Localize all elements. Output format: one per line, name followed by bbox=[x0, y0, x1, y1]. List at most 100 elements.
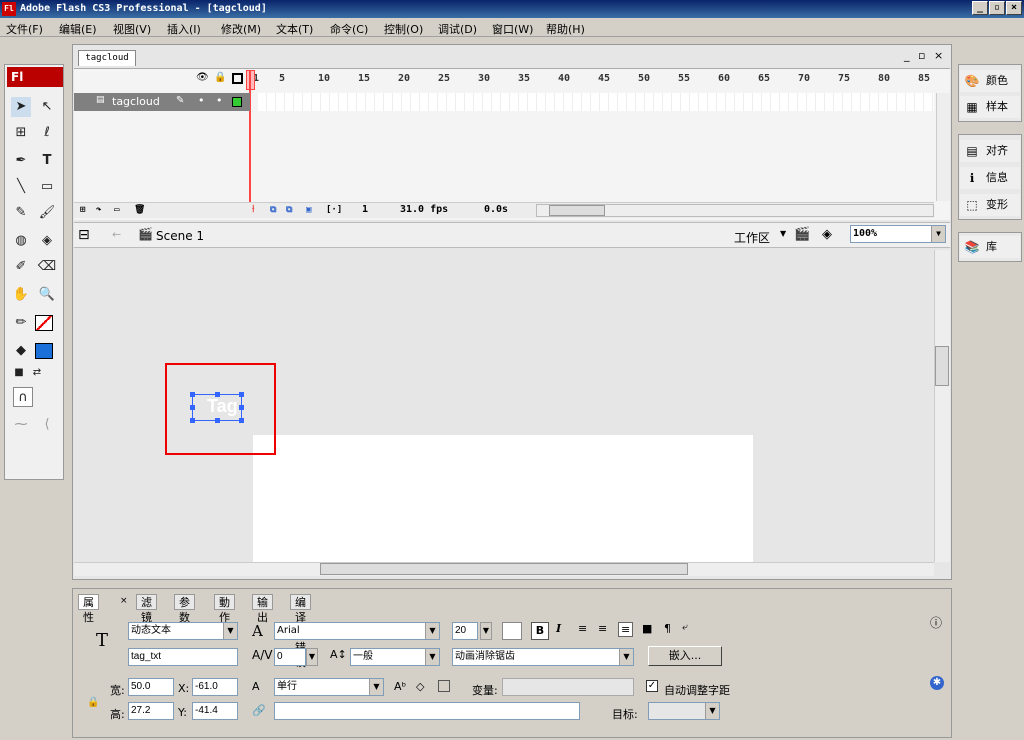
dropdown-icon[interactable]: ▼ bbox=[619, 649, 633, 665]
timeline-toggle-icon[interactable]: ⊟ bbox=[78, 227, 90, 243]
resize-handle[interactable] bbox=[190, 405, 195, 410]
eraser-tool-icon[interactable]: ⌫ bbox=[37, 257, 57, 277]
tab-actions[interactable]: 動作 bbox=[214, 594, 235, 624]
onion-skin-icon[interactable]: ⧉ bbox=[270, 205, 276, 215]
align-panel-button[interactable]: ▤ 对齐 bbox=[960, 140, 1020, 162]
ink-bottle-tool-icon[interactable]: ◍ bbox=[11, 231, 31, 251]
pencil-tool-icon[interactable]: ✎ bbox=[11, 203, 31, 223]
italic-button[interactable]: I bbox=[556, 622, 561, 635]
rectangle-tool-icon[interactable]: ▭ bbox=[37, 177, 57, 197]
align-center-icon[interactable]: ≡ bbox=[598, 622, 607, 635]
lock-dot[interactable]: • bbox=[216, 94, 223, 107]
height-input[interactable]: 27.2 bbox=[128, 702, 174, 720]
resize-handle[interactable] bbox=[239, 405, 244, 410]
tab-compiler-errors[interactable]: 编译器错误 bbox=[290, 594, 311, 669]
transform-panel-button[interactable]: ⬚ 变形 bbox=[960, 194, 1020, 216]
tab-filters[interactable]: 滤镜 bbox=[136, 594, 157, 624]
menu-window[interactable]: 窗口(W) bbox=[492, 21, 533, 37]
dropdown-icon[interactable]: ▼ bbox=[369, 679, 383, 695]
workspace-dropdown-icon[interactable]: ▼ bbox=[780, 229, 786, 238]
brush-tool-icon[interactable]: 🖌 bbox=[37, 203, 57, 223]
doc-restore-icon[interactable]: ▫ bbox=[918, 49, 925, 62]
lock-aspect-icon[interactable]: 🔒 bbox=[87, 697, 99, 708]
new-layer-icon[interactable]: ⊞ bbox=[80, 205, 85, 215]
stage-vscrollbar[interactable] bbox=[934, 250, 950, 562]
resize-handle[interactable] bbox=[190, 418, 195, 423]
edit-scene-icon[interactable]: 🎬 bbox=[794, 227, 810, 242]
fill-color-icon[interactable]: ◆ bbox=[11, 341, 31, 361]
onion-outline-icon[interactable]: ⧉ bbox=[286, 205, 292, 215]
line-type-select[interactable]: 单行 ▼ bbox=[274, 678, 384, 696]
align-left-icon[interactable]: ≡ bbox=[578, 622, 587, 635]
menu-text[interactable]: 文本(T) bbox=[276, 21, 313, 37]
menu-commands[interactable]: 命令(C) bbox=[330, 21, 368, 37]
text-color-swatch[interactable] bbox=[502, 622, 522, 640]
layer-color-swatch[interactable] bbox=[232, 97, 242, 107]
eye-icon[interactable]: 👁 bbox=[196, 72, 209, 83]
selectable-icon[interactable]: Aᵇ bbox=[394, 680, 406, 693]
library-panel-button[interactable]: 📚 库 bbox=[960, 236, 1020, 258]
subselection-tool-icon[interactable]: ↖ bbox=[37, 97, 57, 117]
delete-layer-icon[interactable]: 🗑 bbox=[134, 205, 145, 215]
doc-close-icon[interactable]: × bbox=[934, 49, 943, 62]
render-html-icon[interactable]: ◇ bbox=[416, 680, 424, 693]
zoom-dropdown-icon[interactable]: ▼ bbox=[931, 226, 945, 242]
zoom-select[interactable]: 100% ▼ bbox=[850, 225, 946, 243]
hand-tool-icon[interactable]: ✋ bbox=[11, 285, 31, 305]
restore-button[interactable]: ▫ bbox=[989, 1, 1005, 15]
close-button[interactable]: × bbox=[1006, 1, 1022, 15]
resize-handle[interactable] bbox=[239, 418, 244, 423]
swap-colors-icon[interactable]: ⇄ bbox=[27, 363, 47, 383]
text-orientation-icon[interactable]: ⤶ bbox=[682, 622, 688, 633]
target-select[interactable]: ▼ bbox=[648, 702, 720, 720]
timeline-hscrollbar[interactable] bbox=[536, 204, 934, 217]
line-tool-icon[interactable]: ╲ bbox=[11, 177, 31, 197]
workspace-menu[interactable]: 工作区 bbox=[734, 229, 770, 246]
layer-row[interactable]: ▤ tagcloud ✎ • • bbox=[74, 93, 250, 111]
align-right-icon[interactable]: ≡ bbox=[618, 622, 634, 637]
outline-icon[interactable] bbox=[232, 73, 243, 84]
menu-edit[interactable]: 编辑(E) bbox=[59, 21, 97, 37]
baseline-select[interactable]: 一般 ▼ bbox=[350, 648, 440, 666]
menu-control[interactable]: 控制(O) bbox=[384, 21, 423, 37]
menu-file[interactable]: 文件(F) bbox=[6, 21, 43, 37]
font-select[interactable]: Arial ▼ bbox=[274, 622, 440, 640]
black-white-icon[interactable]: ■ bbox=[9, 363, 29, 383]
modify-markers-icon[interactable]: [·] bbox=[326, 205, 342, 215]
y-input[interactable]: -41.4 bbox=[192, 702, 238, 720]
center-frame-icon[interactable]: ⍿ bbox=[252, 204, 255, 215]
stage-vscroll-thumb[interactable] bbox=[935, 346, 949, 386]
paragraph-icon[interactable]: ¶ bbox=[664, 622, 671, 635]
add-guide-layer-icon[interactable]: ↷ bbox=[96, 205, 101, 215]
font-size-input[interactable]: 20 bbox=[452, 622, 478, 640]
swatches-panel-button[interactable]: ▦ 样本 bbox=[960, 96, 1020, 118]
link-url-input[interactable] bbox=[274, 702, 580, 720]
help-icon[interactable]: ⓘ bbox=[930, 614, 942, 631]
snap-magnet-icon[interactable]: ∩ bbox=[13, 387, 33, 407]
lasso-tool-icon[interactable]: ℓ bbox=[37, 123, 57, 143]
timeline-hscroll-thumb[interactable] bbox=[549, 205, 605, 216]
stroke-color-swatch[interactable] bbox=[35, 315, 53, 331]
tab-output[interactable]: 输出 bbox=[252, 594, 273, 624]
accessibility-icon[interactable]: ✱ bbox=[930, 676, 944, 690]
menu-modify[interactable]: 修改(M) bbox=[221, 21, 261, 37]
paint-bucket-tool-icon[interactable]: ◈ bbox=[37, 231, 57, 251]
document-tab[interactable]: tagcloud bbox=[78, 50, 136, 66]
pen-tool-icon[interactable]: ✒ bbox=[11, 151, 31, 171]
embed-button[interactable]: 嵌入... bbox=[648, 646, 722, 666]
instance-name-input[interactable]: tag_txt bbox=[128, 648, 238, 666]
auto-kern-checkbox[interactable]: ✓ bbox=[646, 680, 658, 692]
frame-track[interactable] bbox=[258, 93, 934, 111]
resize-handle[interactable] bbox=[215, 418, 220, 423]
menu-help[interactable]: 帮助(H) bbox=[546, 21, 585, 37]
letter-spacing-input[interactable]: 0 bbox=[274, 648, 306, 666]
resize-handle[interactable] bbox=[190, 392, 195, 397]
antialias-select[interactable]: 动画消除锯齿 ▼ bbox=[452, 648, 634, 666]
menu-view[interactable]: 视图(V) bbox=[113, 21, 151, 37]
bold-button[interactable]: B bbox=[531, 622, 549, 640]
smooth-icon[interactable]: ⁓ bbox=[11, 415, 31, 435]
width-input[interactable]: 50.0 bbox=[128, 678, 174, 696]
tag-text[interactable]: Tag bbox=[207, 396, 238, 417]
letter-spacing-dropdown-icon[interactable]: ▼ bbox=[306, 648, 318, 666]
show-border-icon[interactable] bbox=[438, 680, 450, 692]
